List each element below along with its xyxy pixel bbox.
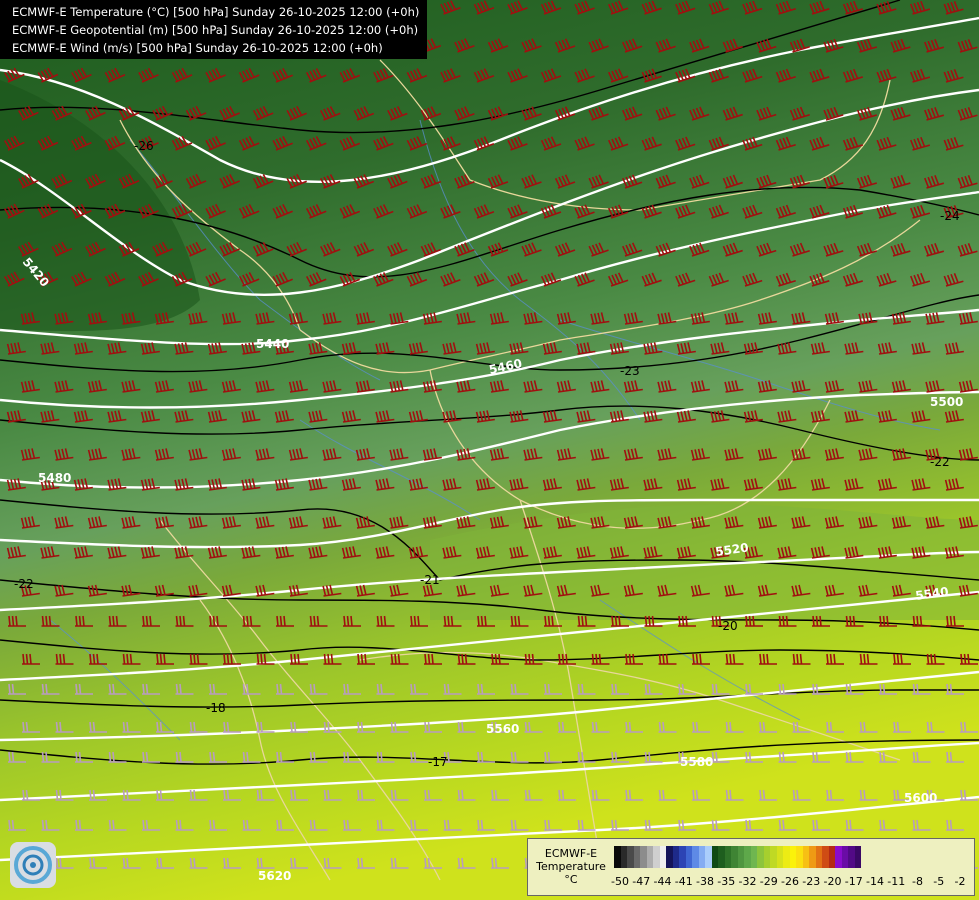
- colorbar-variable: Temperature: [536, 860, 606, 873]
- colorbar-ticks: -50 -47 -44 -41 -38 -35 -32 -29 -26 -23 -20 -17 -14-…: [611, 875, 974, 889]
- geo-label: 5500: [930, 395, 963, 409]
- colorbar-tick-label: -11: [887, 875, 906, 888]
- geo-label: 5600: [904, 791, 937, 805]
- colorbar-tick-label: -5: [933, 875, 945, 888]
- colorbar-model: ECMWF-E: [544, 847, 598, 860]
- colorbar-tick-label: -35: [717, 875, 736, 888]
- colorbar-tick-label: -41: [674, 875, 693, 888]
- temp-label: -20: [718, 619, 738, 633]
- colorbar-tick-label: -47: [632, 875, 651, 888]
- temp-label: -23: [620, 364, 640, 378]
- temp-label: -17: [428, 755, 448, 769]
- geo-label: 5560: [486, 722, 519, 736]
- temp-label: -21: [420, 573, 440, 587]
- title-geopotential: ECMWF-E Geopotential (m) [500 hPa] Sunda…: [12, 23, 419, 37]
- temp-label: -24: [940, 209, 960, 223]
- colorbar-legend: ECMWF-E Temperature °C -50 -47 -44 -41 -38 -3…: [527, 838, 975, 896]
- temp-label: -22: [930, 455, 950, 469]
- colorbar-tick-label: -8: [912, 875, 923, 888]
- colorbar-tick-label: -17: [844, 875, 863, 888]
- temp-label: -18: [206, 701, 226, 715]
- colorbar-tick-label: -20: [823, 875, 842, 888]
- colorbar-unit: °C: [564, 873, 578, 886]
- weather-map: -26 -24 -23 -22 -22 -21 -20 -18 -17 5420…: [0, 0, 979, 900]
- geo-label: 5580: [680, 755, 713, 769]
- geo-label: 5440: [256, 337, 289, 351]
- colorbar-tick-label: -32: [738, 875, 757, 888]
- colorbar-tick-label: -26: [781, 875, 799, 888]
- logo-icon: [10, 842, 56, 888]
- temp-label: -26: [134, 139, 154, 153]
- colorbar-swatches: [614, 846, 861, 868]
- colorbar-tick-label: -50: [611, 875, 629, 888]
- map-title-box: ECMWF-E Temperature (°C) [500 hPa] Sunda…: [0, 0, 428, 59]
- title-wind: ECMWF-E Wind (m/s) [500 hPa] Sunday 26-1…: [12, 41, 383, 55]
- temp-label: -22: [14, 577, 34, 591]
- colorbar-tick-label: -38: [696, 875, 714, 888]
- geo-label: 5620: [258, 869, 291, 883]
- colorbar-swatch: [854, 846, 861, 868]
- colorbar-label: ECMWF-E Temperature °C: [534, 847, 608, 886]
- colorbar-tick-label: -44: [653, 875, 672, 888]
- colorbar-tick-label: -2: [954, 875, 966, 888]
- title-temperature: ECMWF-E Temperature (°C) [500 hPa] Sunda…: [12, 5, 420, 19]
- geo-label: 5480: [38, 471, 71, 485]
- colorbar-tick-label: -14: [866, 875, 884, 888]
- colorbar-tick-label: -23: [802, 875, 821, 888]
- colorbar-tick-label: -29: [759, 875, 778, 888]
